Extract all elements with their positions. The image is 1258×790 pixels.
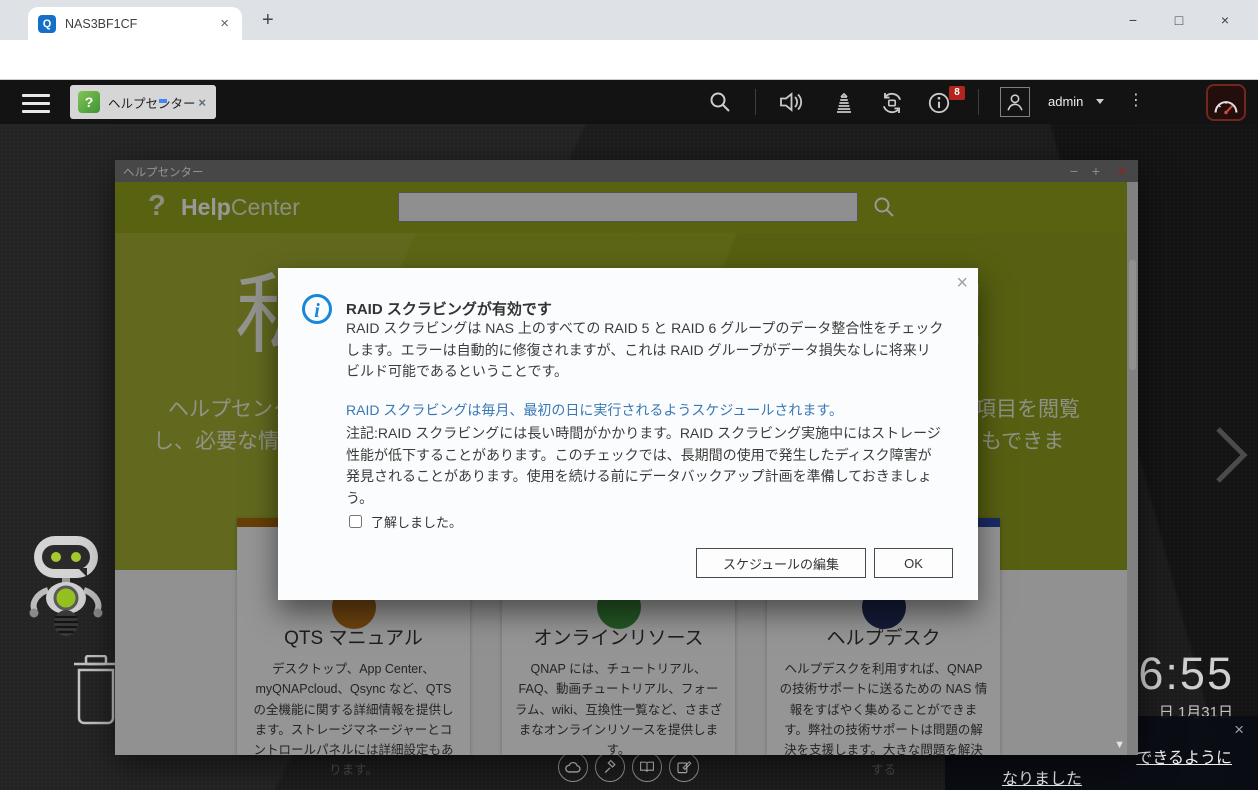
dialog-schedule-note: RAID スクラビングは毎月、最初の日に実行されるようスケジュールされます。 [346, 400, 843, 420]
acknowledge-row: 了解しました。 [349, 512, 462, 531]
browser-maximize-button[interactable]: □ [1156, 12, 1202, 28]
notification-count-badge: 8 [949, 86, 965, 100]
acknowledge-checkbox[interactable] [349, 515, 362, 528]
ok-button[interactable]: OK [874, 548, 953, 578]
browser-toolbar: ← → ↻ ⌂ DN ⋮ [0, 40, 1258, 80]
qnap-favicon-icon: Q [38, 15, 56, 33]
dialog-title: RAID スクラビングが有効です [346, 298, 552, 319]
scroll-down-icon[interactable]: ▼ [1114, 739, 1125, 751]
resource-monitor-button[interactable] [1206, 84, 1246, 121]
browser-window-controls: − □ × [1110, 0, 1248, 40]
user-avatar[interactable] [1000, 87, 1030, 117]
acknowledge-label[interactable]: 了解しました。 [371, 512, 462, 531]
admin-menu[interactable]: admin [1048, 94, 1083, 109]
background-tasks-icon[interactable] [832, 90, 856, 116]
browser-tabstrip: Q NAS3BF1CF × + − □ × [0, 0, 1258, 40]
desktop-next-chevron[interactable] [1213, 424, 1251, 486]
toast-link-line2[interactable]: なりました [1002, 765, 1082, 789]
dialog-body: RAID スクラビングは NAS 上のすべての RAID 5 と RAID 6 … [346, 318, 944, 383]
browser-close-button[interactable]: × [1202, 12, 1248, 28]
qnap-robot-mascot[interactable] [20, 532, 112, 638]
browser-minimize-button[interactable]: − [1110, 12, 1156, 28]
qts-divider [978, 89, 979, 115]
toast-close-icon[interactable]: × [1234, 720, 1244, 740]
person-icon [1004, 91, 1026, 113]
tab-close-icon[interactable]: × [217, 15, 232, 32]
volume-icon[interactable] [779, 90, 805, 114]
gauge-icon [1210, 90, 1242, 116]
qts-divider [755, 89, 756, 115]
raid-scrubbing-dialog: × i RAID スクラビングが有効です RAID スクラビングは NAS 上の… [278, 268, 978, 600]
dialog-warning-note: 注記:RAID スクラビングには長い時間がかかります。RAID スクラビング実施… [346, 423, 944, 510]
external-device-sync-icon[interactable] [879, 90, 905, 116]
helpcenter-app-icon: ? [78, 91, 100, 113]
new-tab-button[interactable]: + [256, 8, 280, 32]
screen: Q NAS3BF1CF × + − □ × ← → ↻ ⌂ DN [0, 0, 1258, 790]
qts-app-tab-close-icon[interactable]: × [196, 95, 208, 110]
qts-search-icon[interactable] [708, 90, 732, 114]
qts-more-menu-icon[interactable]: ⋮ [1128, 91, 1144, 110]
qts-app-tab-label: ヘルプセンター [108, 93, 196, 112]
qts-app-tab-helpcenter[interactable]: ? ヘルプセンター × [70, 85, 216, 119]
dialog-close-icon[interactable]: × [956, 272, 968, 295]
edit-schedule-button[interactable]: スケジュールの編集 [696, 548, 866, 578]
browser-tab-title: NAS3BF1CF [65, 17, 217, 31]
admin-caret-icon [1096, 99, 1104, 104]
main-menu-icon[interactable] [22, 94, 50, 118]
toast-link-line1[interactable]: できるように [1136, 744, 1232, 768]
info-icon: i [302, 294, 332, 324]
browser-tab[interactable]: Q NAS3BF1CF × [28, 7, 242, 40]
